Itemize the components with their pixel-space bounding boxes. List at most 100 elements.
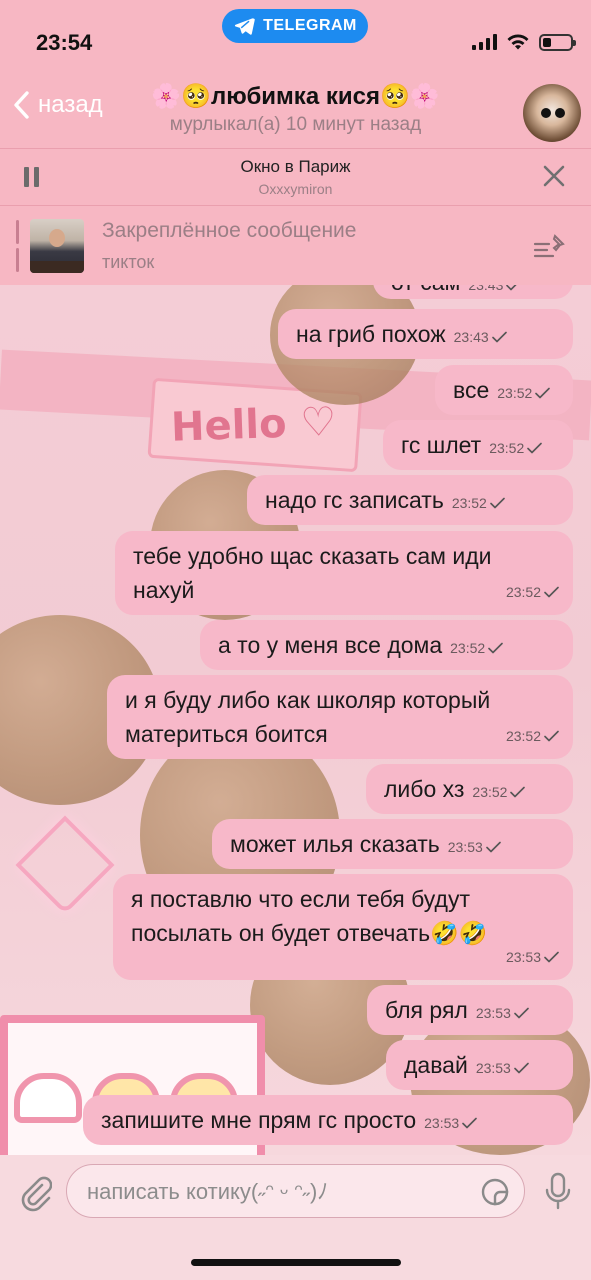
sent-check-icon bbox=[514, 1007, 529, 1019]
pause-icon[interactable] bbox=[24, 167, 40, 187]
track-artist: Oxxxymiron bbox=[258, 181, 333, 197]
pinned-message-bar[interactable]: Закреплённое сообщение тикток bbox=[0, 206, 591, 285]
status-time: 23:54 bbox=[36, 30, 93, 55]
sent-check-icon bbox=[544, 951, 559, 963]
track-info[interactable]: Окно в Париж Oxxxymiron bbox=[120, 157, 471, 197]
message-text: я поставлю что если тебя будут посылать … bbox=[131, 886, 488, 946]
sent-check-icon bbox=[510, 786, 526, 798]
message-text: надо гс записать bbox=[265, 487, 444, 513]
track-title: Окно в Париж bbox=[240, 157, 351, 176]
message-meta: 23:53 bbox=[424, 1106, 477, 1140]
status-bar: 23:54 TELEGRAM bbox=[0, 0, 591, 72]
chat-title: 🌸🥺любимка кися🥺🌸 bbox=[151, 83, 440, 110]
signal-icon bbox=[472, 34, 497, 50]
paperclip-icon[interactable] bbox=[18, 1173, 52, 1213]
message-text: может илья сказать bbox=[230, 831, 440, 857]
sent-check-icon bbox=[535, 387, 551, 399]
message-time: 23:53 bbox=[505, 949, 541, 965]
sent-check-icon bbox=[490, 497, 505, 509]
message-meta: 23:52 bbox=[497, 376, 551, 410]
message-time: 23:52 bbox=[497, 385, 533, 401]
message-text: тебе удобно щас сказать сам иди нахуй bbox=[133, 543, 492, 603]
home-indicator bbox=[191, 1259, 401, 1266]
message-text: давай bbox=[404, 1052, 468, 1078]
pinned-text: тикток bbox=[102, 252, 155, 272]
message-input[interactable] bbox=[87, 1175, 467, 1209]
message-bubble[interactable]: гс шлет 23:52 bbox=[383, 420, 573, 470]
message-time: 23:52 bbox=[450, 640, 486, 656]
message-meta: 23:52 bbox=[450, 631, 503, 665]
message-bubble[interactable]: может илья сказать 23:53 bbox=[212, 819, 573, 869]
sent-check-icon bbox=[462, 1117, 477, 1129]
message-bubble[interactable]: я поставлю что если тебя будут посылать … bbox=[113, 874, 573, 980]
back-button[interactable]: назад bbox=[12, 90, 103, 120]
message-bubble[interactable]: а то у меня все дома 23:52 bbox=[200, 620, 573, 670]
message-text: на гриб похож bbox=[296, 321, 446, 347]
message-meta: 23:43 bbox=[454, 320, 507, 354]
close-icon[interactable] bbox=[541, 163, 567, 189]
message-bubble[interactable]: либо хз 23:52 bbox=[366, 764, 573, 814]
message-time: 23:53 bbox=[424, 1115, 460, 1131]
message-bubble[interactable]: и я буду либо как школяр который материт… bbox=[107, 675, 573, 759]
sent-check-icon bbox=[506, 285, 518, 291]
pinned-list-icon[interactable] bbox=[533, 232, 567, 262]
sent-check-icon bbox=[544, 586, 559, 598]
last-seen-status: мурлыкал(а) 10 минут назад bbox=[169, 114, 422, 135]
message-bubble[interactable]: на гриб похож 23:43 bbox=[278, 309, 573, 359]
microphone-icon[interactable] bbox=[543, 1171, 573, 1211]
battery-icon bbox=[539, 33, 576, 51]
message-bubble[interactable]: надо гс записать 23:52 bbox=[247, 475, 573, 525]
message-meta: 23:52 bbox=[489, 431, 543, 465]
message-bubble[interactable]: от сам 23:43 bbox=[373, 285, 573, 299]
message-text: а то у меня все дома bbox=[218, 632, 443, 658]
message-time: 23:43 bbox=[468, 285, 504, 293]
message-meta: 23:52 bbox=[506, 719, 559, 753]
message-time: 23:52 bbox=[489, 440, 525, 456]
message-time: 23:53 bbox=[447, 839, 483, 855]
message-meta: 23:43 bbox=[468, 285, 521, 302]
message-time: 23:52 bbox=[505, 584, 541, 600]
avatar[interactable] bbox=[523, 84, 581, 142]
message-meta: 23:53 bbox=[476, 996, 529, 1030]
message-list[interactable]: от сам23:43на гриб похож23:43все23:52гс … bbox=[0, 285, 591, 1155]
message-text: все bbox=[453, 377, 490, 403]
chat-title-area[interactable]: 🌸🥺любимка кися🥺🌸 мурлыкал(а) 10 минут на… bbox=[120, 82, 471, 136]
message-text: и я буду либо как школяр который материт… bbox=[125, 687, 491, 747]
message-meta: 23:52 bbox=[472, 775, 526, 809]
message-bubble[interactable]: давай 23:53 bbox=[386, 1040, 573, 1090]
message-meta: 23:52 bbox=[452, 486, 505, 520]
message-meta: 23:53 bbox=[476, 1051, 529, 1085]
pinned-thumbnail bbox=[30, 219, 84, 273]
message-input-field[interactable] bbox=[66, 1164, 525, 1218]
message-time: 23:52 bbox=[451, 495, 487, 511]
sent-check-icon bbox=[527, 442, 543, 454]
message-bubble[interactable]: все 23:52 bbox=[435, 365, 573, 415]
message-text: бля рял bbox=[385, 997, 468, 1023]
message-time: 23:53 bbox=[475, 1005, 511, 1021]
sent-check-icon bbox=[491, 331, 507, 343]
telegram-label: TELEGRAM bbox=[263, 17, 357, 34]
sticker-icon[interactable] bbox=[480, 1177, 510, 1207]
chevron-left-icon bbox=[14, 91, 29, 119]
message-text: запишите мне прям гс просто bbox=[101, 1107, 417, 1133]
message-time: 23:53 bbox=[475, 1060, 511, 1076]
pinned-indicator bbox=[16, 220, 19, 272]
message-text: от сам bbox=[391, 285, 460, 295]
chat-header: назад 🌸🥺любимка кися🥺🌸 мурлыкал(а) 10 ми… bbox=[0, 72, 591, 148]
sent-check-icon bbox=[485, 841, 501, 853]
message-bubble[interactable]: тебе удобно щас сказать сам иди нахуй 23:… bbox=[115, 531, 573, 615]
message-bubble[interactable]: бля рял 23:53 bbox=[367, 985, 573, 1035]
telegram-return-pill[interactable]: TELEGRAM bbox=[222, 9, 368, 43]
message-meta: 23:52 bbox=[506, 575, 559, 609]
message-time: 23:52 bbox=[472, 784, 508, 800]
message-time: 23:52 bbox=[505, 728, 541, 744]
message-meta: 23:53 bbox=[506, 940, 559, 974]
sent-check-icon bbox=[488, 642, 503, 654]
pinned-title: Закреплённое сообщение bbox=[102, 219, 357, 242]
wifi-icon bbox=[507, 34, 529, 50]
message-meta: 23:53 bbox=[448, 830, 501, 864]
music-player-bar[interactable]: Окно в Париж Oxxxymiron bbox=[0, 148, 591, 206]
message-bubble[interactable]: запишите мне прям гс просто 23:53 bbox=[83, 1095, 573, 1145]
back-label: назад bbox=[38, 91, 103, 118]
sent-check-icon bbox=[514, 1062, 529, 1074]
